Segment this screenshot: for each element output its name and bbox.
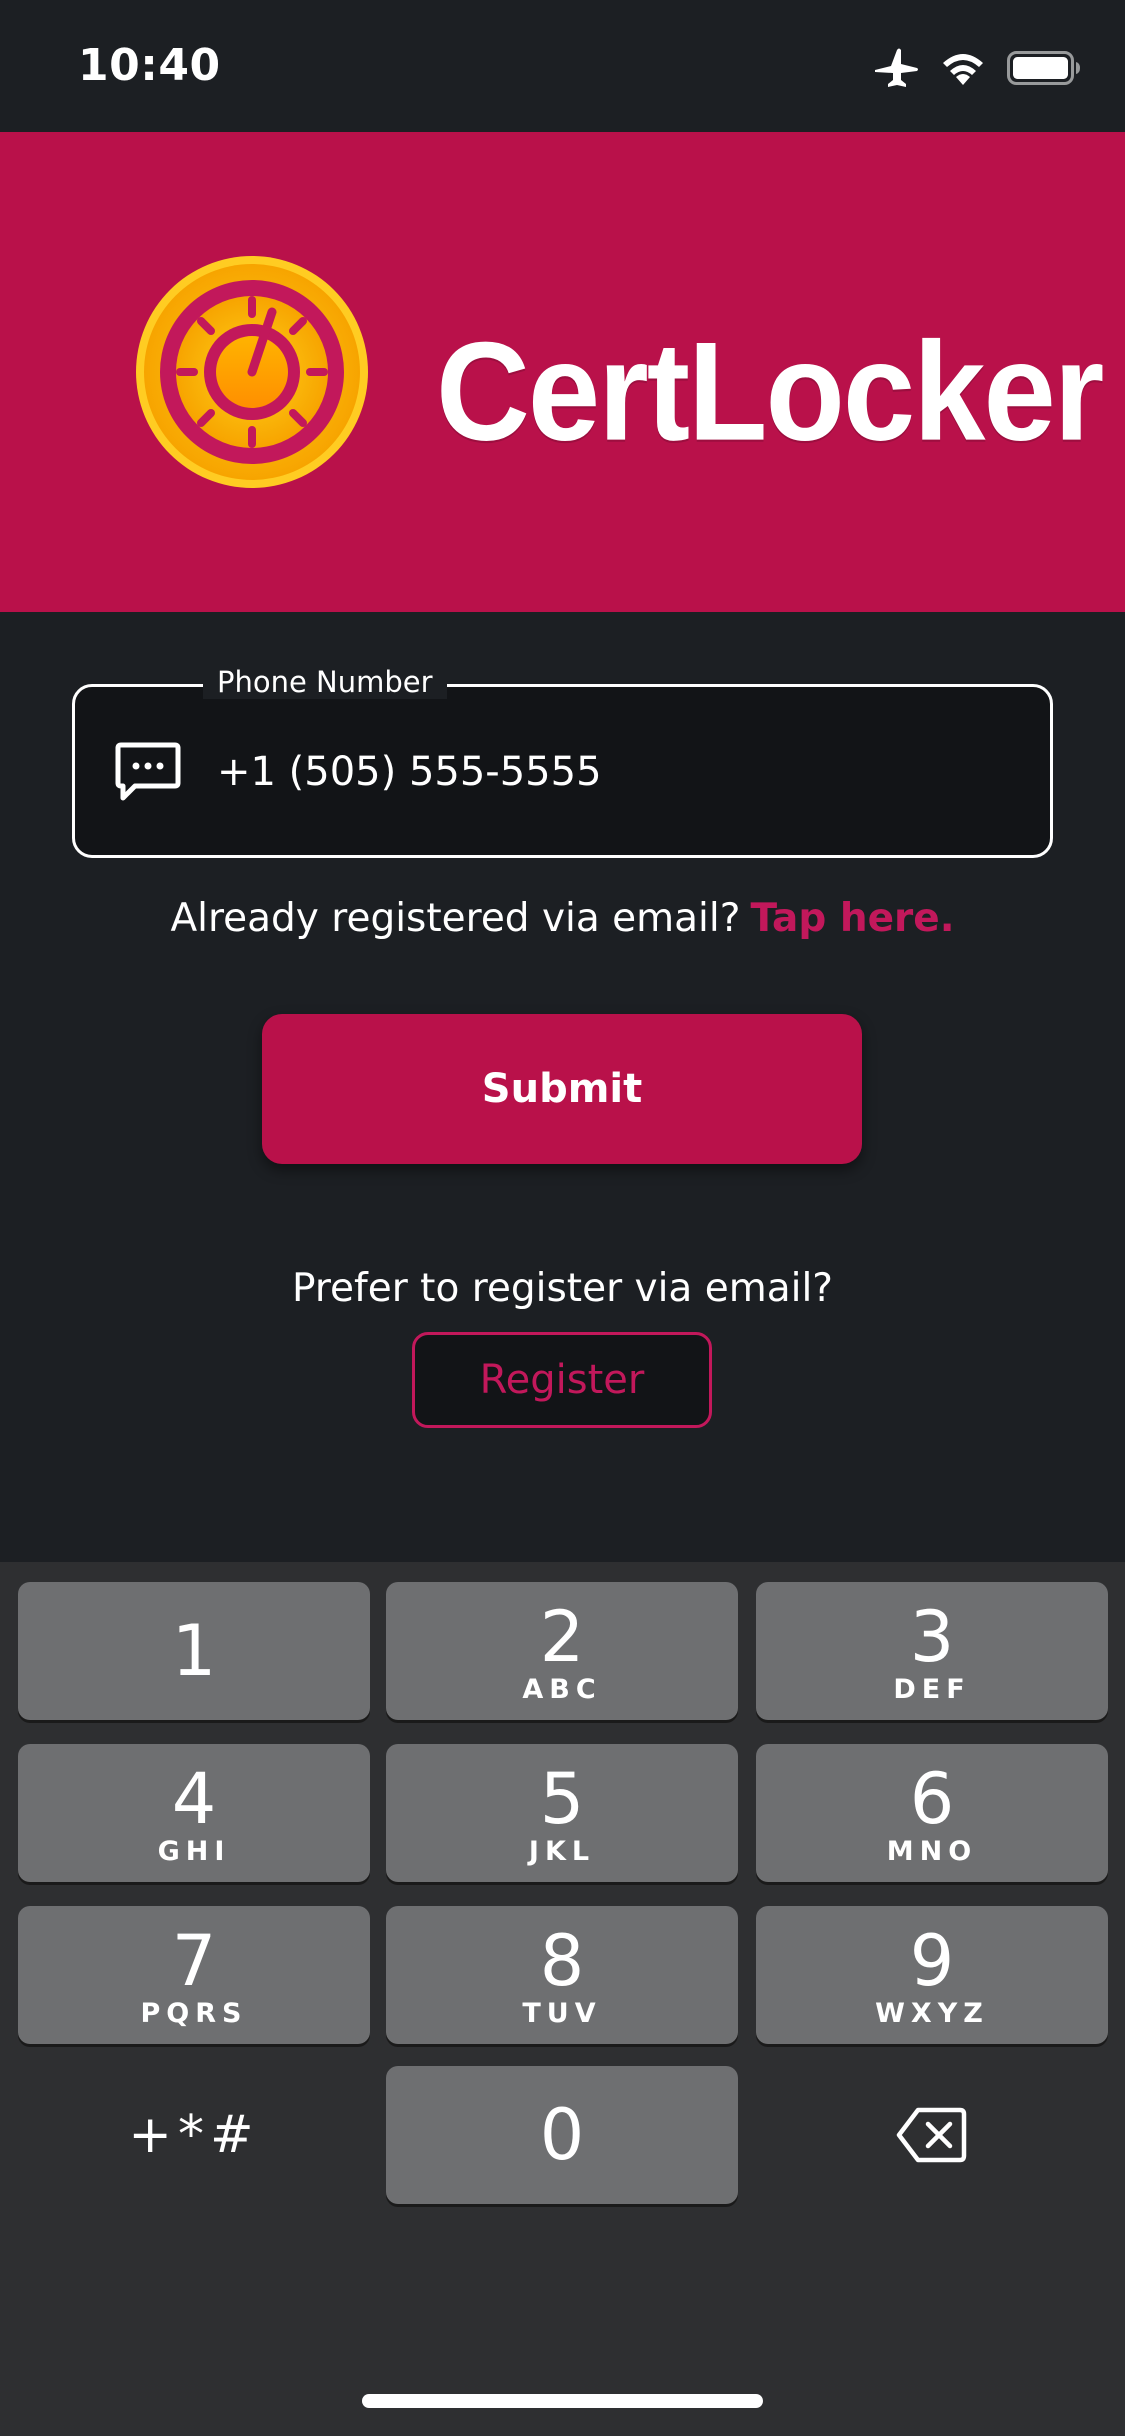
key-9[interactable]: 9 WXYZ [756,1906,1108,2044]
phone-number-input[interactable]: +1 (505) 555-5555 [217,749,602,795]
airplane-icon [875,48,918,87]
status-bar: 10:40 [0,0,1125,132]
key-digit: 0 [539,2094,585,2176]
brand-name: CertLocker [436,312,1104,470]
key-letters: DEF [893,1674,971,1705]
register-button[interactable]: Register [412,1332,712,1428]
delete-key[interactable] [756,2066,1108,2204]
status-icons [873,46,1081,90]
status-time: 10:40 [78,40,221,91]
key-letters: MNO [886,1836,978,1867]
key-5[interactable]: 5 JKL [386,1744,738,1882]
key-letters: JKL [528,1836,596,1867]
submit-button[interactable]: Submit [262,1014,862,1164]
key-0[interactable]: 0 [386,2066,738,2204]
key-letters: GHI [157,1836,231,1867]
key-digit: 8 [539,1920,585,2002]
key-digit: 1 [171,1610,217,1692]
prefer-email-prompt: Prefer to register via email? [292,1266,833,1311]
key-digit: 2 [539,1596,585,1678]
wifi-icon [943,54,983,85]
key-digit: 6 [909,1758,955,1840]
key-digit: 9 [909,1920,955,2002]
backspace-icon [896,2107,967,2163]
phone-number-field[interactable]: Phone Number +1 (505) 555-5555 [72,665,1053,858]
key-1[interactable]: 1 [18,1582,370,1720]
phone-number-label: Phone Number [203,665,447,699]
key-4[interactable]: 4 GHI [18,1744,370,1882]
key-digit: 5 [539,1758,585,1840]
key-digit: 7 [171,1920,217,2002]
message-icon [115,742,181,801]
already-registered-prompt: Already registered via email? [170,896,741,941]
key-3[interactable]: 3 DEF [756,1582,1108,1720]
key-letters: TUV [522,1998,602,2029]
key-digit: 4 [171,1758,217,1840]
key-digit: 3 [909,1596,955,1678]
key-7[interactable]: 7 PQRS [18,1906,370,2044]
key-letters: ABC [522,1674,602,1705]
home-indicator[interactable] [362,2394,763,2408]
numeric-keypad: 1 2 ABC 3 DEF 4 GHI 5 JKL 6 MNO 7 PQRS 8… [0,1562,1125,2436]
battery-icon [1007,51,1080,85]
key-6[interactable]: 6 MNO [756,1744,1108,1882]
tap-here-link[interactable]: Tap here. [750,896,954,941]
symbols-key[interactable]: +*# [18,2066,370,2204]
key-letters: WXYZ [875,1998,989,2029]
key-letters: PQRS [140,1998,248,2029]
already-registered-row: Already registered via email? Tap here. [0,896,1125,941]
brand-banner: CertLocker [0,132,1125,612]
key-8[interactable]: 8 TUV [386,1906,738,2044]
gauge-badge-icon [136,256,368,488]
key-2[interactable]: 2 ABC [386,1582,738,1720]
